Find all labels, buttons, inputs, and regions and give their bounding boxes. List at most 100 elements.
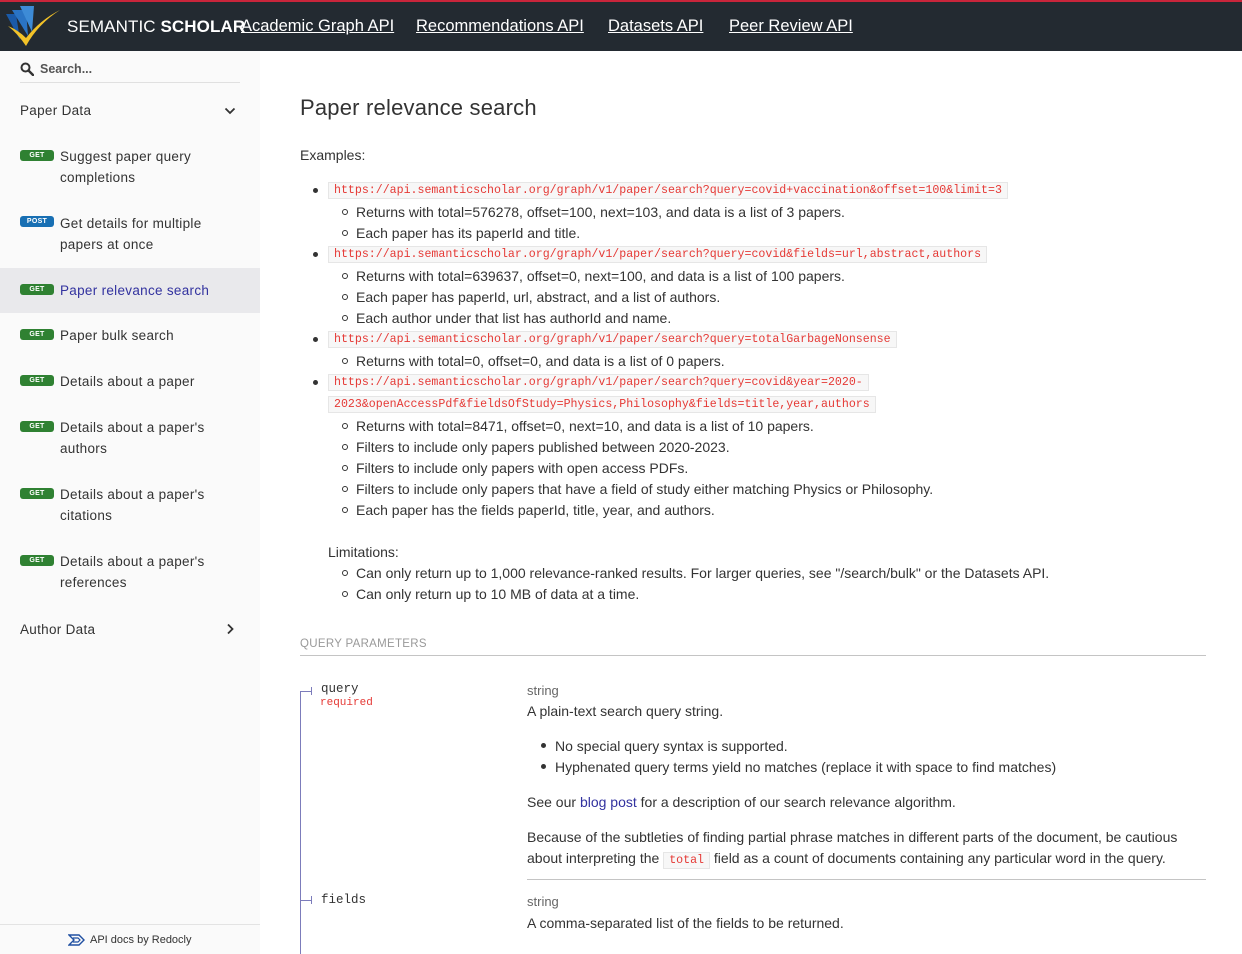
sidebar-item-label: Details about a paper: [60, 374, 195, 389]
sidebar-item-label: Details about a paper's authors: [60, 420, 205, 456]
example-url: https://api.semanticscholar.org/graph/v1…: [328, 246, 988, 263]
param-name-fields: fields: [321, 893, 367, 907]
sidebar-item-batch-paper-details[interactable]: POST Get details for multiple papers at …: [0, 206, 260, 268]
list-bullet: [313, 337, 318, 342]
sidebar-search: [20, 59, 240, 83]
list-bullet: [313, 188, 318, 193]
param-see-text: See our blog post for a description of o…: [527, 794, 956, 810]
example-url-multiline: https://api.semanticscholar.org/graph/v1…: [328, 372, 948, 416]
limitations-label: Limitations:: [328, 544, 399, 560]
method-badge: GET: [20, 488, 54, 499]
list-bullet: [342, 570, 348, 576]
list-bullet: [342, 507, 348, 513]
param-tree-line: [300, 691, 301, 954]
page-title: Paper relevance search: [300, 95, 537, 120]
sidebar-item-label: Get details for multiple papers at once: [60, 216, 202, 252]
param-caution-line: Because of the subtleties of finding par…: [527, 829, 1178, 845]
search-input[interactable]: [40, 60, 236, 78]
sidebar-item-label: Paper relevance search: [60, 283, 210, 298]
sidebar-item-suggest-paper-query[interactable]: GET Suggest paper query completions: [0, 139, 260, 206]
method-badge: GET: [20, 555, 54, 566]
redocly-footer: API docs by Redocly: [0, 924, 260, 954]
list-bullet: [342, 209, 348, 215]
example-note: Filters to include only papers with open…: [356, 460, 689, 476]
method-badge: POST: [20, 216, 54, 227]
example-url-line: https://api.semanticscholar.org/graph/v1…: [328, 374, 869, 391]
sidebar-item-paper-bulk-search[interactable]: GET Paper bulk search: [0, 313, 260, 359]
method-badge: GET: [20, 329, 54, 340]
example-url-line: 2023&openAccessPdf&fieldsOfStudy=Physics…: [328, 396, 876, 413]
chevron-down-icon[interactable]: [224, 105, 236, 117]
nav-peer-review-api[interactable]: Peer Review API: [729, 17, 853, 36]
list-bullet: [342, 273, 348, 279]
method-badge: GET: [20, 284, 54, 295]
param-type: string: [527, 894, 559, 909]
example-note: Filters to include only papers published…: [356, 439, 730, 455]
example-note: Returns with total=576278, offset=100, n…: [356, 204, 845, 220]
query-parameters-heading: QUERY PARAMETERS: [300, 638, 427, 650]
example-note: Returns with total=0, offset=0, and data…: [356, 353, 725, 369]
examples-label: Examples:: [300, 147, 366, 163]
sidebar-item-paper-details[interactable]: GET Details about a paper: [0, 359, 260, 405]
nav-recommendations-api[interactable]: Recommendations API: [416, 17, 584, 36]
param-note: No special query syntax is supported.: [555, 738, 788, 754]
blog-post-link[interactable]: blog post: [580, 794, 637, 810]
example-note: Filters to include only papers that have…: [356, 481, 934, 497]
semantic-scholar-logo-icon[interactable]: [4, 4, 62, 50]
method-badge: GET: [20, 150, 54, 161]
example-note: Each paper has paperId, url, abstract, a…: [356, 289, 721, 305]
param-tree-branch: [311, 687, 312, 695]
sidebar-item-label: Paper bulk search: [60, 328, 174, 343]
list-bullet: [342, 230, 348, 236]
example-url: https://api.semanticscholar.org/graph/v1…: [328, 331, 897, 348]
example-url: https://api.semanticscholar.org/graph/v1…: [328, 182, 1008, 199]
redocly-credit-link[interactable]: API docs by Redocly: [90, 934, 192, 946]
param-required-label: required: [320, 697, 373, 709]
sidebar-item-label: Suggest paper query completions: [60, 149, 192, 185]
inline-code-total: total: [663, 852, 711, 869]
param-description: A plain-text search query string.: [527, 703, 724, 719]
param-caution-line: about interpreting the total field as a …: [527, 850, 1166, 869]
list-bullet: [342, 294, 348, 300]
example-note: Each paper has its paperId and title.: [356, 225, 581, 241]
param-note: Hyphenated query terms yield no matches …: [555, 759, 1057, 775]
list-bullet: [342, 423, 348, 429]
sidebar-item-paper-references[interactable]: GET Details about a paper's references: [0, 539, 260, 606]
list-bullet: [342, 315, 348, 321]
sidebar-item-paper-relevance-search[interactable]: GET Paper relevance search: [0, 268, 260, 313]
search-icon: [20, 62, 34, 76]
param-type: string: [527, 683, 559, 698]
sidebar-item-paper-citations[interactable]: GET Details about a paper's citations: [0, 472, 260, 539]
sidebar-item-paper-authors[interactable]: GET Details about a paper's authors: [0, 405, 260, 472]
param-description: A comma-separated list of the fields to …: [527, 915, 844, 931]
sidebar-item-label: Details about a paper's references: [60, 554, 205, 590]
method-badge: GET: [20, 375, 54, 386]
sidebar: Paper Data GET Suggest paper query compl…: [0, 51, 260, 954]
list-bullet: [313, 252, 318, 257]
example-note: Returns with total=8471, offset=0, next=…: [356, 418, 814, 434]
limitation-item: Can only return up to 10 MB of data at a…: [356, 586, 640, 602]
sidebar-item-label: Details about a paper's citations: [60, 487, 205, 523]
chevron-right-icon[interactable]: [224, 623, 236, 635]
sidebar-group-paper-data[interactable]: Paper Data: [20, 103, 91, 118]
param-name-query: query: [321, 682, 359, 696]
list-bullet: [342, 358, 348, 364]
nav-academic-graph-api[interactable]: Academic Graph API: [241, 17, 394, 36]
divider: [300, 655, 1206, 656]
example-note: Each author under that list has authorId…: [356, 310, 672, 326]
list-bullet: [342, 444, 348, 450]
example-note: Returns with total=639637, offset=0, nex…: [356, 268, 845, 284]
list-bullet: [342, 486, 348, 492]
main-content: Paper relevance search Examples: https:/…: [260, 51, 1242, 954]
method-badge: GET: [20, 421, 54, 432]
brand-name[interactable]: SEMANTIC SCHOLAR: [67, 17, 245, 37]
nav-datasets-api[interactable]: Datasets API: [608, 17, 703, 36]
param-tree-branch: [311, 896, 312, 904]
divider: [527, 879, 1206, 880]
limitation-item: Can only return up to 1,000 relevance-ra…: [356, 565, 1050, 581]
list-bullet: [541, 743, 546, 748]
sidebar-group-author-data[interactable]: Author Data: [20, 622, 95, 637]
list-bullet: [342, 591, 348, 597]
example-note: Each paper has the fields paperId, title…: [356, 502, 715, 518]
list-bullet: [313, 380, 318, 385]
